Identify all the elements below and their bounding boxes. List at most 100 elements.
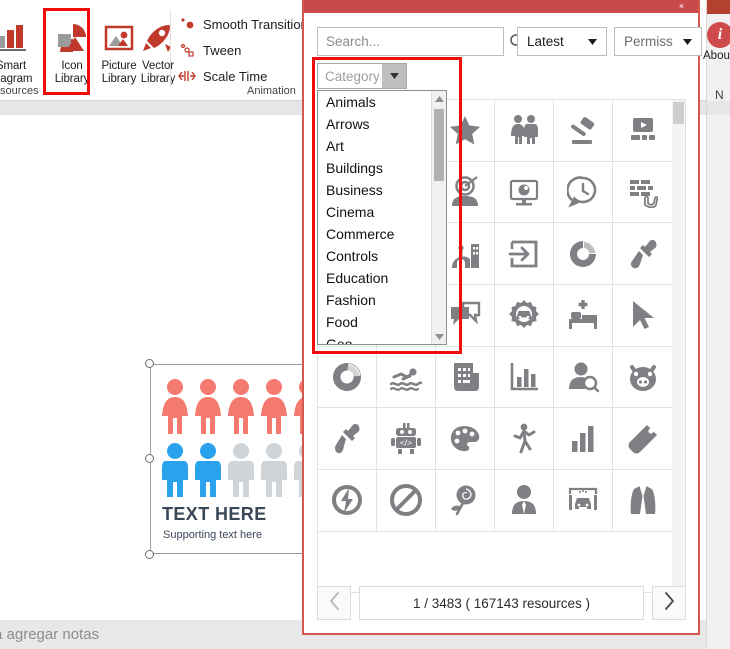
category-option[interactable]: Education bbox=[318, 267, 431, 289]
permission-dropdown[interactable]: Permissio bbox=[614, 27, 702, 56]
icon-cell[interactable] bbox=[318, 408, 377, 471]
resize-handle-top-left[interactable] bbox=[145, 359, 154, 368]
category-option[interactable]: Fashion bbox=[318, 289, 431, 311]
scrollbar-thumb[interactable] bbox=[434, 109, 444, 181]
icon-cell[interactable] bbox=[613, 470, 672, 532]
icon-cell[interactable] bbox=[554, 161, 613, 224]
about-button[interactable]: i About bbox=[703, 22, 730, 62]
icon-cell[interactable] bbox=[495, 223, 554, 286]
about-label: About bbox=[703, 50, 730, 62]
person-male-icon bbox=[228, 443, 254, 497]
chevron-down-icon[interactable] bbox=[578, 38, 606, 45]
category-option[interactable]: Business bbox=[318, 179, 431, 201]
icon-cell[interactable] bbox=[436, 408, 495, 471]
ribbon-button-smart-diagram[interactable]: Smart Diagram bbox=[0, 16, 38, 92]
ribbon-button-vector-library[interactable]: Vector Library bbox=[131, 16, 185, 92]
swimmer-icon bbox=[390, 368, 422, 392]
icon-cell[interactable] bbox=[613, 347, 672, 409]
icon-cell[interactable] bbox=[495, 346, 554, 409]
palette-icon bbox=[450, 425, 480, 451]
icon-cell[interactable] bbox=[554, 346, 613, 409]
monitor-eye-icon bbox=[509, 179, 539, 206]
icon-cell[interactable] bbox=[554, 470, 613, 532]
icon-cell[interactable] bbox=[495, 100, 554, 162]
ribbon-label-smart: Smart bbox=[0, 60, 27, 72]
icon-cell[interactable] bbox=[495, 470, 554, 532]
resize-handle-middle-left[interactable] bbox=[145, 454, 154, 463]
category-option[interactable]: Geo bbox=[318, 333, 431, 344]
icon-cell[interactable] bbox=[613, 162, 672, 224]
chevron-down-icon[interactable] bbox=[673, 38, 701, 45]
icon-cell[interactable] bbox=[613, 408, 672, 471]
icon-cell[interactable] bbox=[554, 100, 613, 162]
ribbon-command-label: Smooth Transition bbox=[203, 16, 308, 32]
icon-cell[interactable] bbox=[613, 223, 672, 286]
donut-chart-icon bbox=[569, 240, 596, 267]
icon-cell[interactable] bbox=[377, 346, 436, 409]
icon-cell[interactable] bbox=[377, 470, 436, 532]
rail-strip bbox=[707, 101, 730, 115]
ribbon-command-smooth-transition[interactable]: Smooth Transition bbox=[178, 12, 308, 36]
ribbon-label-library: Library bbox=[54, 72, 90, 85]
icon-cell[interactable] bbox=[495, 161, 554, 224]
search-input[interactable] bbox=[318, 28, 509, 55]
person-avatar-icon bbox=[512, 485, 536, 515]
icon-cell[interactable] bbox=[554, 285, 613, 347]
icon-cell[interactable] bbox=[436, 346, 495, 409]
walking-person-icon bbox=[513, 423, 536, 454]
close-icon[interactable]: × bbox=[677, 2, 686, 11]
next-page-button[interactable] bbox=[652, 586, 686, 620]
category-option[interactable]: Food bbox=[318, 311, 431, 333]
panel-toolbar: Latest Permissio bbox=[317, 27, 702, 57]
category-option[interactable]: Arrows bbox=[318, 113, 431, 135]
resize-handle-bottom-left[interactable] bbox=[145, 550, 154, 559]
panel-title-bar[interactable]: × bbox=[304, 0, 698, 13]
icon-cell[interactable] bbox=[495, 408, 554, 471]
scrollbar-thumb[interactable] bbox=[673, 102, 684, 124]
icon-cell[interactable] bbox=[613, 285, 672, 347]
sort-dropdown[interactable]: Latest bbox=[517, 27, 607, 56]
search-box[interactable] bbox=[317, 27, 526, 56]
panel-body: Latest Permissio bbox=[304, 13, 702, 633]
ribbon-command-tween[interactable]: Tween bbox=[178, 38, 241, 62]
slide-text-subtitle[interactable]: Supporting text here bbox=[163, 529, 262, 541]
prev-page-button[interactable] bbox=[317, 586, 351, 620]
ribbon-button-icon-library[interactable]: Icon Library bbox=[45, 16, 99, 92]
category-option[interactable]: Controls bbox=[318, 245, 431, 267]
ribbon-label-vector: Vector bbox=[141, 60, 174, 72]
category-dropdown-list[interactable]: Animals Arrows Art Buildings Business Ci… bbox=[317, 90, 447, 345]
bar-chart-icon bbox=[510, 363, 538, 391]
category-options: Animals Arrows Art Buildings Business Ci… bbox=[318, 91, 431, 344]
icon-cell[interactable] bbox=[318, 470, 377, 532]
notes-placeholder: a agregar notas bbox=[0, 626, 100, 643]
category-option[interactable]: Animals bbox=[318, 91, 431, 113]
slide-text-title[interactable]: TEXT HERE bbox=[162, 504, 267, 525]
pagination: 1 / 3483 ( 167143 resources ) bbox=[317, 586, 686, 620]
chat-bubbles-icon bbox=[451, 302, 481, 326]
icon-cell[interactable] bbox=[613, 100, 672, 162]
category-dropdown[interactable]: Category bbox=[317, 63, 407, 89]
icon-cell[interactable] bbox=[554, 223, 613, 286]
icon-grid-scrollbar[interactable] bbox=[672, 100, 685, 592]
icon-cell[interactable]: </> bbox=[377, 408, 436, 471]
power-bolt-icon bbox=[331, 485, 362, 516]
category-option[interactable]: Commerce bbox=[318, 223, 431, 245]
chevron-down-icon[interactable] bbox=[382, 64, 406, 88]
icon-cell[interactable] bbox=[318, 346, 377, 409]
category-option[interactable]: Buildings bbox=[318, 157, 431, 179]
chevron-right-icon bbox=[664, 591, 675, 615]
icon-cell[interactable] bbox=[495, 285, 554, 347]
icon-cell[interactable] bbox=[554, 408, 613, 471]
bar-chart-icon bbox=[0, 16, 38, 60]
car-gear-icon bbox=[509, 300, 539, 329]
category-list-scrollbar[interactable] bbox=[431, 91, 446, 344]
icon-cell[interactable] bbox=[436, 470, 495, 532]
scroll-down-icon[interactable] bbox=[432, 329, 446, 344]
gavel-icon bbox=[571, 117, 595, 145]
info-icon: i bbox=[707, 22, 730, 48]
scroll-up-icon[interactable] bbox=[432, 91, 446, 106]
category-option[interactable]: Art bbox=[318, 135, 431, 157]
rail-notes-letter: N bbox=[715, 88, 724, 102]
ribbon-label-vector-library: Library bbox=[140, 72, 176, 85]
category-option[interactable]: Cinema bbox=[318, 201, 431, 223]
